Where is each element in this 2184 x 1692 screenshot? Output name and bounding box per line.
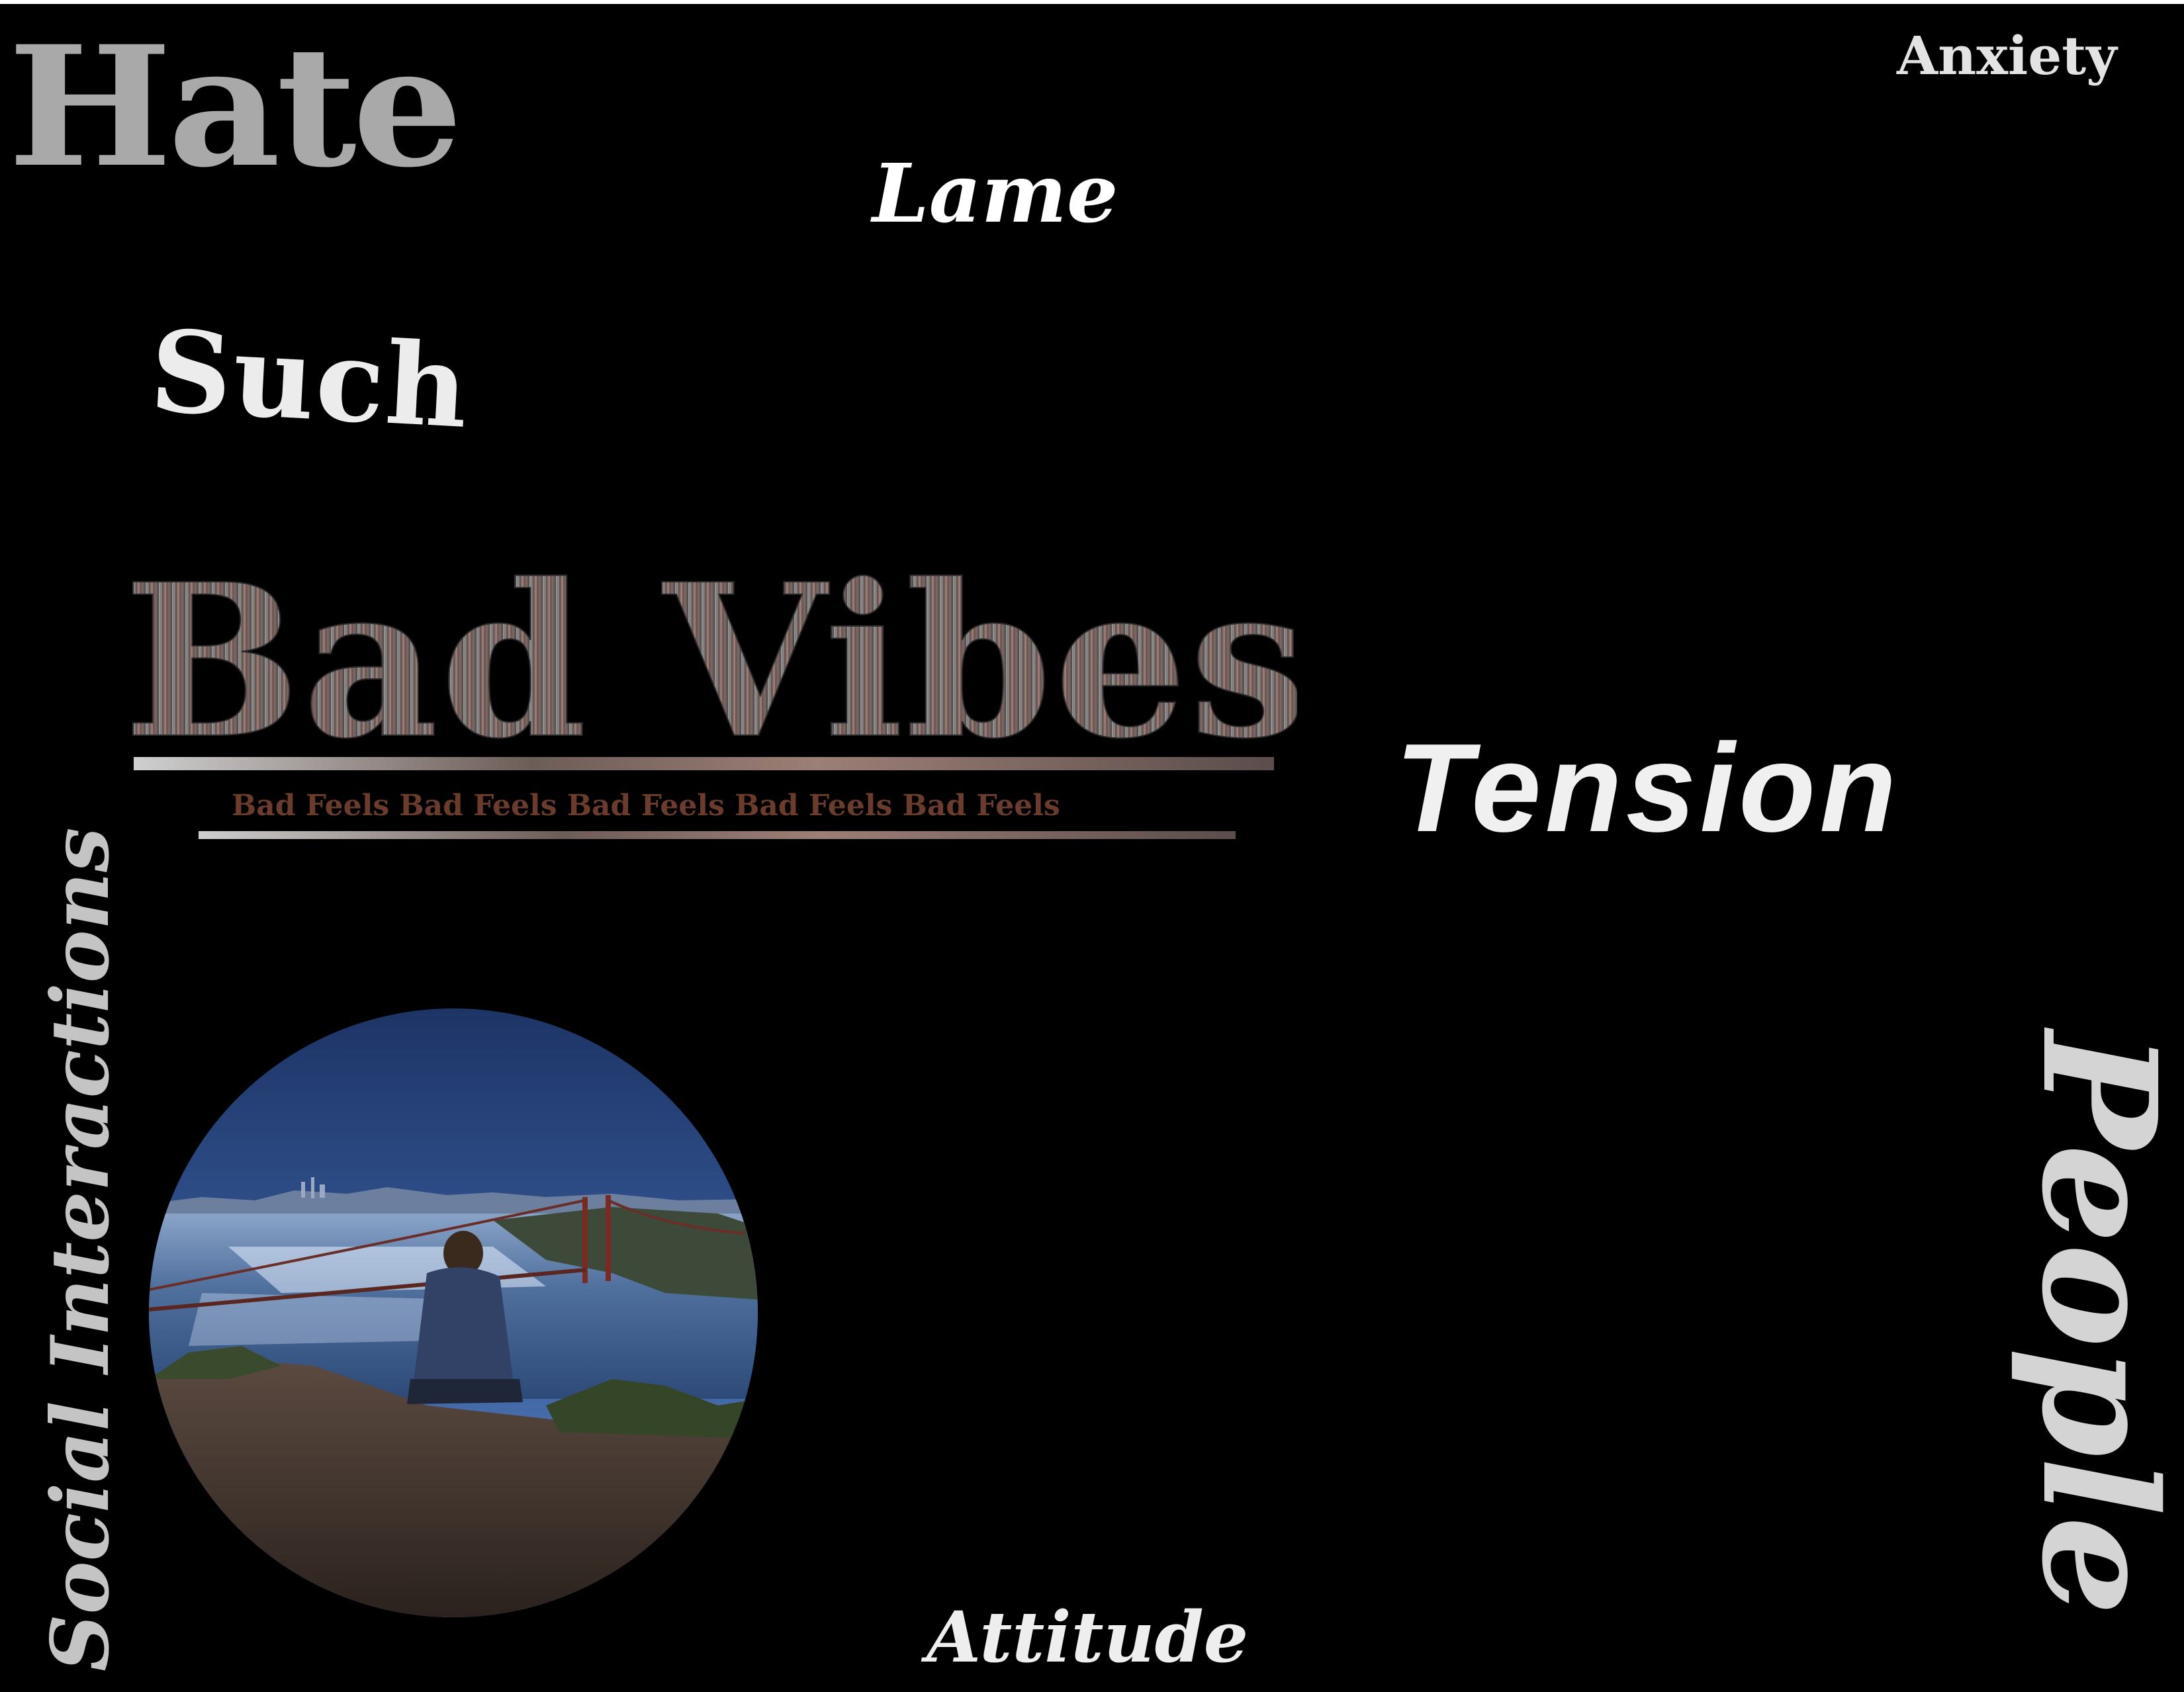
photo-scene (149, 1008, 758, 1617)
word-lame: Lame (872, 146, 1118, 241)
canvas: Hate Anxiety Lame Such Tension Attitude … (0, 0, 2184, 1692)
title-bar-top (134, 757, 1274, 770)
word-such: Such (147, 305, 473, 454)
title-tagline: Bad Feels Bad Feels Bad Feels Bad Feels … (232, 789, 1060, 823)
word-people: People (2007, 1031, 2184, 1616)
word-social-interactions: Social Interactions (34, 827, 127, 1671)
title-bad-vibes: Bad Vibes (123, 560, 1297, 785)
word-hate: Hate (8, 9, 463, 204)
word-attitude: Attitude (927, 1595, 1249, 1678)
circular-photo (149, 1008, 758, 1617)
word-anxiety: Anxiety (1897, 24, 2117, 87)
word-tension: Tension (1395, 718, 1901, 858)
title-graphic: Bad Vibes Bad Feels Bad Feels Bad Feels … (122, 560, 1297, 839)
title-bar-bottom (199, 831, 1236, 839)
title-block: Bad Vibes Bad Feels Bad Feels Bad Feels … (119, 560, 1297, 851)
